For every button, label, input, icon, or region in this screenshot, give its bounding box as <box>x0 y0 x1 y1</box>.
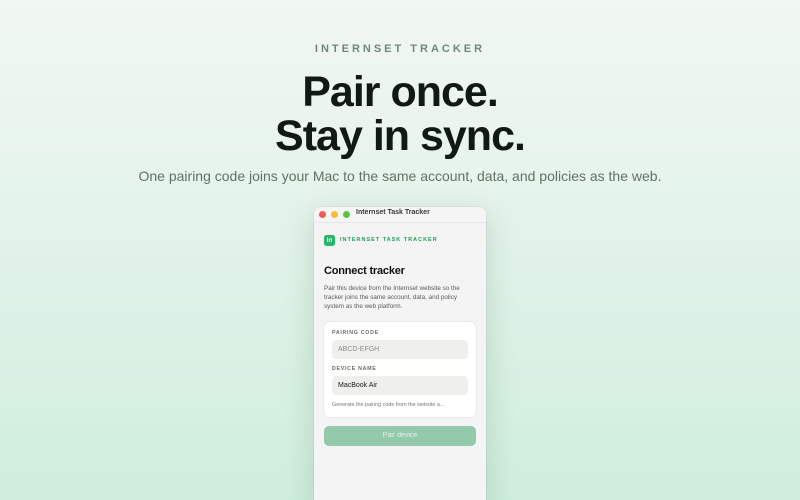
hero-subhead: One pairing code joins your Mac to the s… <box>138 168 662 184</box>
close-window-button[interactable] <box>319 210 326 218</box>
headline-line-2: Stay in sync. <box>275 112 526 160</box>
internset-logo-icon: in <box>324 235 335 246</box>
window-title: Internset Task Tracker <box>356 209 430 216</box>
pairing-code-input[interactable]: ABCD-EFGH <box>332 340 468 359</box>
app-window: Internset Task Tracker in INTERNSET TASK… <box>314 207 486 500</box>
hero-eyebrow: INTERNSET TRACKER <box>314 43 486 55</box>
device-name-input[interactable]: MacBook Air <box>332 376 468 395</box>
pairing-hint: Generate the pairing code from the websi… <box>332 402 445 408</box>
connect-tracker-heading: Connect tracker <box>324 265 405 277</box>
minimize-window-button[interactable] <box>331 210 338 218</box>
app-brand-text: INTERNSET TASK TRACKER <box>340 237 438 243</box>
maximize-window-button[interactable] <box>343 210 350 218</box>
hero-headline: Pair once. Stay in sync. <box>0 70 800 158</box>
pair-device-button[interactable]: Pair device <box>324 426 476 446</box>
connect-description: Pair this device from the Internset webs… <box>324 285 460 311</box>
pairing-code-label: PAIRING CODE <box>332 330 379 336</box>
window-titlebar[interactable]: Internset Task Tracker <box>314 207 486 223</box>
pairing-form-card: PAIRING CODE ABCD-EFGH DEVICE NAME MacBo… <box>324 322 476 417</box>
device-name-label: DEVICE NAME <box>332 366 377 372</box>
headline-line-1: Pair once. <box>302 68 499 116</box>
